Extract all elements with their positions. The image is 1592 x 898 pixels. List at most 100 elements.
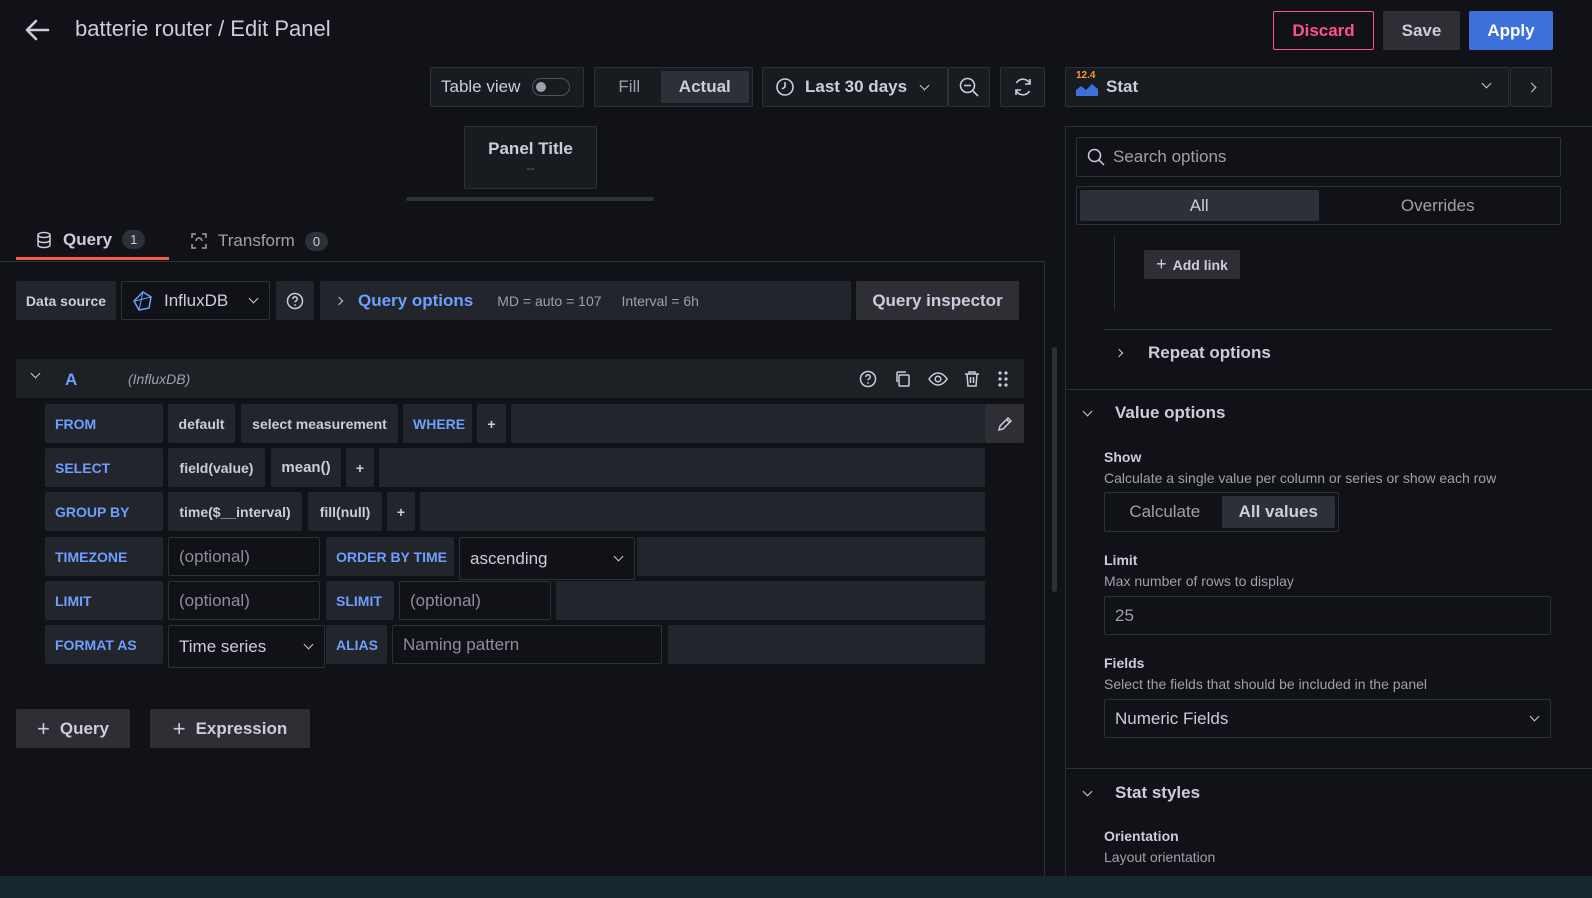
order-select[interactable]: ascending (459, 537, 635, 580)
chevron-right-icon (1114, 348, 1124, 358)
orientation-description: Layout orientation (1104, 849, 1216, 865)
limit-field[interactable]: 25 (1104, 596, 1551, 635)
tab-overrides[interactable]: Overrides (1319, 190, 1558, 221)
tab-query-count: 1 (122, 230, 146, 249)
fill-option[interactable]: Fill (598, 77, 661, 97)
from-policy[interactable]: default (168, 404, 235, 443)
add-query-button[interactable]: + Query (16, 709, 130, 748)
slimit-keyword: SLIMIT (326, 581, 394, 620)
page-title: batterie router / Edit Panel (75, 16, 331, 41)
query-help-icon[interactable] (859, 370, 877, 391)
toggle-visibility-eye-icon[interactable] (928, 370, 948, 391)
limit-label: Limit (1104, 552, 1138, 568)
query-options-bar[interactable]: Query options MD = auto = 107 Interval =… (320, 281, 851, 320)
from-row-filler (511, 404, 985, 443)
apply-button[interactable]: Apply (1469, 11, 1553, 50)
select-field[interactable]: field(value) (168, 448, 265, 487)
tab-transform[interactable]: Transform 0 (190, 222, 350, 260)
limit-row-filler (556, 581, 985, 620)
query-inspector-button[interactable]: Query inspector (856, 281, 1019, 320)
zoom-out-button[interactable] (948, 67, 990, 107)
groupby-row-filler (420, 492, 985, 531)
toggle-switch[interactable] (532, 78, 571, 96)
order-value: ascending (470, 548, 548, 568)
value-options-header[interactable]: Value options (1082, 402, 1226, 424)
panel-placeholder: -- (526, 161, 535, 175)
alias-keyword: ALIAS (326, 625, 387, 664)
datasource-picker[interactable]: InfluxDB (121, 281, 270, 320)
search-icon (1087, 148, 1105, 166)
transform-icon (191, 233, 207, 249)
refresh-button[interactable] (1000, 67, 1045, 107)
query-ds-name: (InfluxDB) (128, 371, 191, 387)
delete-query-trash-icon[interactable] (963, 370, 981, 391)
slimit-input[interactable]: (optional) (399, 581, 551, 620)
format-row-filler (668, 625, 985, 664)
limit-input[interactable]: (optional) (168, 581, 320, 620)
orientation-label: Orientation (1104, 828, 1179, 844)
value-options-label: Value options (1115, 403, 1226, 422)
md-info: MD = auto = 107 (497, 292, 602, 309)
discard-button[interactable]: Discard (1273, 11, 1374, 50)
add-link-button[interactable]: + Add link (1144, 250, 1240, 279)
interval-info: Interval = 6h (621, 292, 699, 309)
show-calculate-option[interactable]: Calculate (1108, 496, 1222, 528)
duplicate-query-icon[interactable] (894, 370, 912, 391)
groupby-add-button[interactable]: + (387, 492, 415, 531)
drag-handle-icon[interactable] (997, 370, 1009, 391)
viz-type-label: Stat (1106, 77, 1139, 96)
where-add-button[interactable]: + (477, 404, 506, 443)
limit-description: Max number of rows to display (1104, 573, 1294, 589)
timezone-input[interactable]: (optional) (168, 537, 320, 576)
stat-styles-header[interactable]: Stat styles (1082, 782, 1201, 804)
query-ref-id[interactable]: A (65, 370, 77, 390)
visualization-picker[interactable]: 12.4 Stat (1065, 67, 1509, 107)
show-radio-group: Calculate All values (1104, 492, 1339, 532)
fields-value: Numeric Fields (1115, 708, 1229, 728)
datasource-name: InfluxDB (164, 290, 229, 310)
add-query-label: Query (59, 718, 109, 738)
time-range-picker[interactable]: Last 30 days (762, 67, 948, 107)
select-function[interactable]: mean() (271, 448, 341, 487)
orderby-keyword: ORDER BY TIME (326, 537, 454, 576)
stat-icon: 12.4 (1076, 70, 1098, 98)
save-button[interactable]: Save (1383, 11, 1460, 50)
add-expression-label: Expression (195, 718, 288, 738)
tab-all[interactable]: All (1080, 190, 1319, 221)
divider (1066, 768, 1592, 769)
add-expression-button[interactable]: + Expression (150, 709, 310, 748)
show-label: Show (1104, 449, 1142, 465)
datasource-help-button[interactable] (276, 281, 314, 320)
collapse-options-button[interactable] (1510, 67, 1552, 107)
preview-resize-handle[interactable] (406, 197, 654, 201)
table-view-toggle[interactable]: Table view (430, 67, 584, 107)
groupby-fill[interactable]: fill(null) (308, 492, 382, 531)
search-options-field[interactable]: Search options (1076, 137, 1561, 177)
stat-styles-label: Stat styles (1115, 783, 1201, 802)
actual-option[interactable]: Actual (660, 71, 749, 103)
raw-query-edit-button[interactable] (985, 404, 1024, 443)
show-all-values-option[interactable]: All values (1221, 496, 1335, 528)
repeat-options-header[interactable]: Repeat options (1114, 342, 1271, 364)
time-range-label: Last 30 days (805, 77, 908, 96)
back-arrow-icon[interactable] (22, 16, 52, 44)
panel-preview[interactable]: Panel Title -- (464, 126, 597, 189)
query-options-label: Query options (358, 290, 474, 310)
pencil-icon (997, 416, 1012, 431)
groupby-time[interactable]: time($__interval) (168, 492, 302, 531)
plus-icon: + (172, 715, 186, 741)
tab-query[interactable]: Query 1 (16, 222, 169, 260)
from-measurement[interactable]: select measurement (241, 404, 398, 443)
chevron-down-icon (1481, 78, 1492, 89)
divider (1104, 329, 1552, 330)
alias-input[interactable]: Naming pattern (392, 625, 662, 664)
select-add-button[interactable]: + (346, 448, 374, 487)
format-select[interactable]: Time series (168, 625, 325, 668)
fields-select[interactable]: Numeric Fields (1104, 699, 1551, 738)
select-row-filler (379, 448, 985, 487)
groupby-keyword: GROUP BY (45, 492, 163, 531)
search-placeholder: Search options (1113, 147, 1227, 166)
refresh-icon (1014, 78, 1031, 96)
timezone-keyword: TIMEZONE (45, 537, 163, 576)
query-scrollbar[interactable] (1052, 347, 1057, 592)
